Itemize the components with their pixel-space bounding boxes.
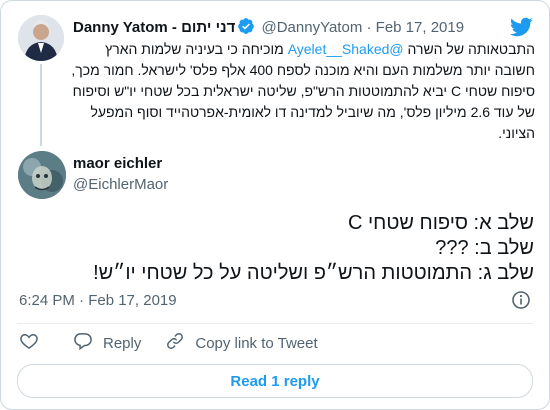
like-button[interactable] [19, 331, 49, 355]
copy-link-button[interactable]: Copy link to Tweet [165, 331, 318, 355]
read-replies-button[interactable]: Read 1 reply [17, 364, 533, 398]
tweet-timestamp[interactable]: 6:24 PM · Feb 17, 2019 [19, 291, 177, 311]
tweet-text: שלב א: סיפוח שטחי C שלב ב: ??? שלב ג: הת… [21, 211, 534, 286]
quoted-tweet-header: Danny Yatom - דני יתום @DannyYatom · Feb… [73, 17, 464, 41]
avatar[interactable] [18, 151, 66, 199]
mention-link[interactable]: @Ayelet__Shaked [288, 41, 404, 57]
heart-icon [19, 331, 49, 355]
author-handle[interactable]: @EichlerMaor [73, 175, 168, 195]
copy-link-label: Copy link to Tweet [195, 334, 318, 352]
tweet-text-line: שלב א: סיפוח שטחי C [347, 212, 534, 234]
verified-badge-icon [237, 17, 255, 41]
author-name[interactable]: maor eichler [73, 154, 162, 174]
author-handle[interactable]: @DannyYatom [261, 19, 362, 36]
tweet-text-part: התבטאותה של השרה [403, 41, 536, 57]
tweet-card: Danny Yatom - דני יתום @DannyYatom · Feb… [0, 0, 550, 410]
tweet-actions: Reply Copy link to Tweet [19, 332, 342, 354]
reply-label: Reply [103, 334, 142, 352]
thread-line [40, 64, 42, 146]
quoted-tweet-text: התבטאותה של השרה @Ayelet__Shaked מוכיחה … [71, 39, 535, 144]
author-name[interactable]: Danny Yatom - דני יתום [73, 19, 235, 36]
tweet-text-line: שלב ב: ??? [435, 237, 534, 259]
reply-bubble-icon [73, 331, 103, 355]
info-icon[interactable] [511, 290, 531, 315]
avatar[interactable] [18, 15, 64, 61]
tweet-text-line: שלב ג: התמוטטות הרש״פ ושליטה על כל שטחי … [93, 262, 534, 284]
reply-button[interactable]: Reply [73, 331, 141, 355]
tweet-date[interactable]: Feb 17, 2019 [376, 19, 464, 36]
link-icon [165, 331, 195, 355]
divider [17, 323, 533, 324]
separator-dot: · [366, 19, 372, 36]
